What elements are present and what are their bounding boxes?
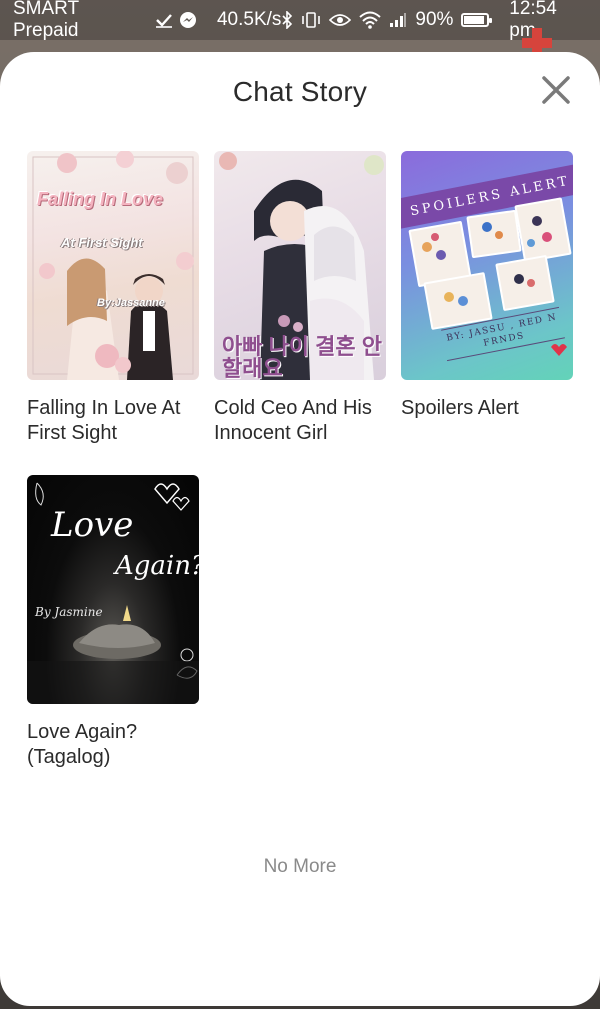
sheet-title: Chat Story — [232, 76, 368, 107]
bluetooth-icon — [281, 10, 293, 30]
story-cover[interactable]: 아빠 나이 결혼 안 할래요 — [214, 151, 386, 380]
story-title[interactable]: Falling In Love At First Sight — [27, 396, 199, 446]
cover-title-text: Love — [51, 505, 134, 545]
carrier-name: SMART Prepaid — [13, 0, 79, 41]
eye-icon — [329, 10, 352, 30]
end-of-list-text: No More — [263, 856, 337, 877]
cover-title-text: Falling In Love — [37, 189, 164, 209]
messenger-icon — [179, 10, 197, 30]
vibrate-icon — [301, 10, 321, 30]
wifi-icon — [359, 10, 382, 30]
cover-subtitle-text: At First Sight — [61, 235, 143, 250]
cover-author-text: By:Jassanne — [97, 297, 165, 309]
cover-author-text: By Jasmine — [35, 605, 103, 619]
sheet-header: Chat Story — [0, 52, 600, 132]
story-cover[interactable]: SPOILERS ALERT BY: JASSU , RED N FRNDS — [401, 151, 573, 380]
close-button[interactable] — [540, 74, 572, 106]
story-card[interactable]: 아빠 나이 결혼 안 할래요 Cold Ceo And His Innocent… — [214, 151, 386, 446]
story-card[interactable]: SPOILERS ALERT BY: JASSU , RED N FRNDS S… — [401, 151, 573, 421]
story-title[interactable]: Spoilers Alert — [401, 396, 573, 421]
status-bar: SMART Prepaid 40.5K/s 90% 12:54 pm — [0, 0, 600, 41]
battery-icon — [461, 13, 493, 27]
cover-subtitle-text: Again? — [115, 551, 199, 581]
story-cover[interactable]: Love Again? By Jasmine — [27, 475, 199, 704]
story-cover[interactable]: Falling In Love At First Sight By:Jassan… — [27, 151, 199, 380]
story-card[interactable]: Love Again? By Jasmine Love Again? (Taga… — [27, 475, 199, 770]
signal-icon — [389, 10, 407, 30]
story-title[interactable]: Cold Ceo And His Innocent Girl — [214, 396, 386, 446]
cover-title-text: 아빠 나이 결혼 안 할래요 — [222, 334, 383, 380]
check-icon — [155, 10, 173, 30]
chat-story-sheet: Chat Story Falling In Love At First Sigh… — [0, 52, 600, 1006]
network-speed: 40.5K/s — [216, 9, 282, 30]
close-icon — [542, 76, 570, 104]
story-title[interactable]: Love Again? (Tagalog) — [27, 720, 199, 770]
battery-percent: 90% — [415, 9, 454, 30]
story-card[interactable]: Falling In Love At First Sight By:Jassan… — [27, 151, 199, 446]
cover-illustration — [32, 151, 194, 380]
